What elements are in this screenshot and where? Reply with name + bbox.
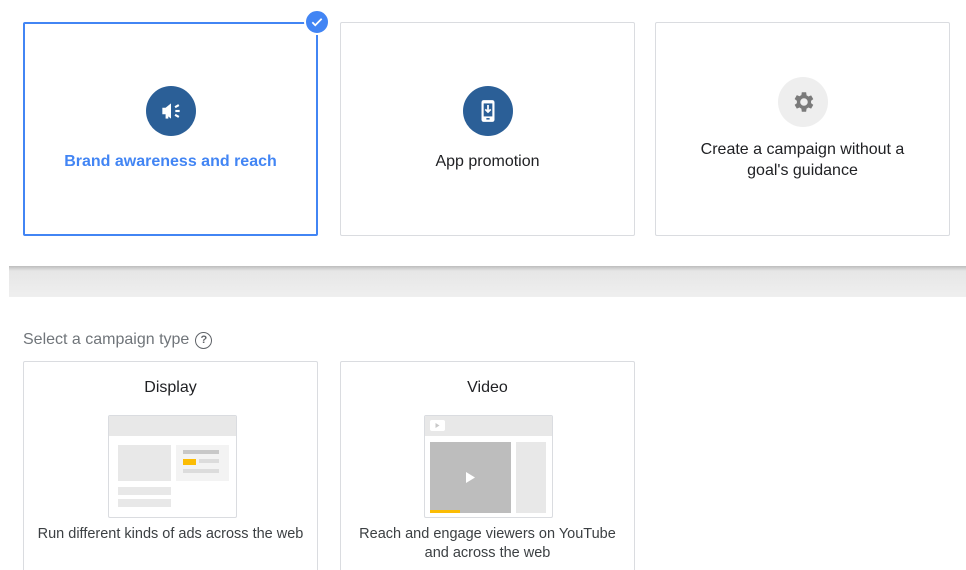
campaign-type-heading: Select a campaign type ? <box>23 331 213 349</box>
type-title: Display <box>144 379 197 396</box>
campaign-type-title: Select a campaign type <box>23 331 190 348</box>
section-divider <box>9 266 966 297</box>
type-title: Video <box>467 379 508 396</box>
goal-label: Brand awareness and reach <box>64 153 277 170</box>
help-icon[interactable]: ? <box>195 331 213 349</box>
type-description: Run different kinds of ads across the we… <box>37 526 304 542</box>
goal-label: App promotion <box>435 153 540 170</box>
selected-check-icon <box>304 9 330 35</box>
goal-card-brand-awareness[interactable]: Brand awareness and reach <box>23 22 318 236</box>
goal-card-no-guidance[interactable]: Create a campaign without a goal's guida… <box>655 22 950 236</box>
megaphone-icon <box>145 86 196 136</box>
goal-label: Create a campaign without a goal's guida… <box>700 141 905 179</box>
display-illustration-icon <box>108 415 237 518</box>
gear-icon <box>777 77 828 127</box>
video-illustration-icon <box>424 415 553 518</box>
campaign-type-video[interactable]: Video Reach and engage viewers on YouTub… <box>340 361 635 570</box>
type-description: Reach and engage viewers on YouTube and … <box>359 526 616 561</box>
goal-card-app-promotion[interactable]: App promotion <box>340 22 635 236</box>
campaign-type-display[interactable]: Display Run different kinds of ads acros… <box>23 361 318 570</box>
phone-download-icon <box>462 86 513 136</box>
